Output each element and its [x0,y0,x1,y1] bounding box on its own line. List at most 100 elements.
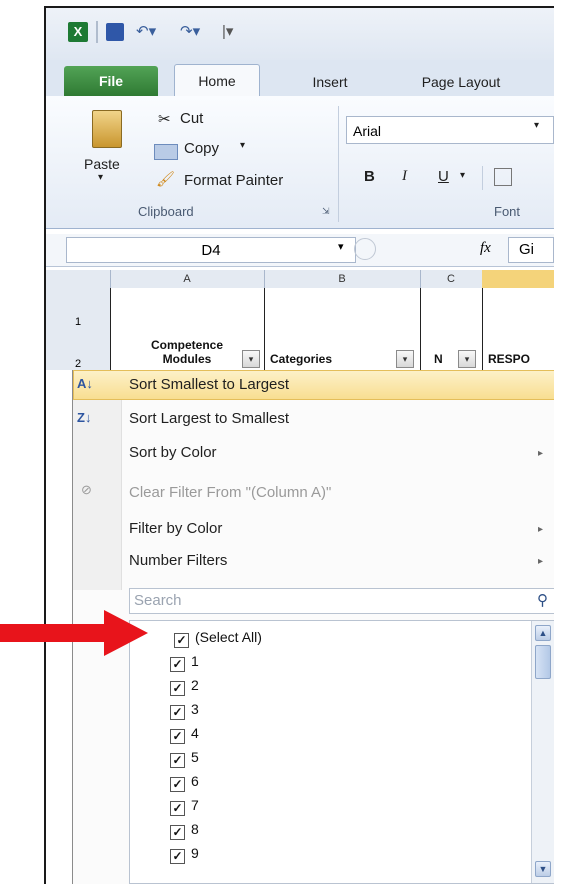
arrow-shape [0,610,148,656]
row-header-2[interactable]: 2 [46,358,110,370]
list-item[interactable]: ✓ 5 [170,745,199,769]
submenu-arrow-icon: ▸ [537,556,543,567]
red-arrow-annotation [0,610,148,656]
list-item[interactable]: ✓ 2 [170,673,199,697]
copy-button[interactable]: Copy [184,140,219,157]
row-headers: 1 2 [46,288,111,370]
checkbox[interactable]: ✓ [170,657,185,672]
scroll-up-button[interactable]: ▲ [535,625,551,641]
borders-icon[interactable] [494,168,512,186]
list-item-select-all[interactable]: ✓ (Select All) [174,625,262,649]
checkbox[interactable]: ✓ [174,633,189,648]
italic-button[interactable]: I [402,168,407,185]
redo-icon[interactable]: ↷▾ [180,22,200,42]
header-competence-modules[interactable]: Competence Modules [128,338,246,366]
search-icon[interactable]: ⚲ [537,591,548,609]
search-box[interactable]: Search ⚲ [129,588,554,614]
name-box-value: D4 [201,242,221,259]
checkbox[interactable]: ✓ [170,681,185,696]
list-item[interactable]: ✓ 4 [170,721,199,745]
excel-window: X ↶▾ ↷▾ |▾ File Home Insert Page Layout … [44,6,554,884]
sort-descending-icon: Z↓ [77,410,92,425]
menu-item-clear-filter: Clear Filter From "(Column A)" [129,484,332,501]
scroll-thumb[interactable] [535,645,551,679]
checkbox[interactable]: ✓ [170,729,185,744]
column-header-c[interactable]: C [420,270,483,288]
divider [482,166,483,190]
column-header-b[interactable]: B [264,270,421,288]
clipboard-launcher-icon[interactable]: ⇲ [322,206,330,217]
tab-file[interactable]: File [64,66,158,96]
cut-icon: ✂ [158,111,171,128]
group-divider [338,106,339,222]
menu-item-sort-smallest-to-largest[interactable]: Sort Smallest to Largest [129,376,289,393]
underline-dropdown-icon[interactable]: ▾ [460,170,465,181]
row-header-1[interactable]: 1 [46,316,110,328]
toolbar-separator [96,21,98,43]
cut-button[interactable]: Cut [180,110,203,127]
list-item[interactable]: ✓ 7 [170,793,199,817]
column-header-d[interactable] [482,270,554,288]
header-categories[interactable]: Categories [270,352,332,366]
menu-item-filter-by-color[interactable]: Filter by Color [129,520,222,537]
cell-border [482,288,483,370]
list-item[interactable]: ✓ 1 [170,649,199,673]
paste-icon[interactable] [92,110,122,148]
quick-access-toolbar: X ↶▾ ↷▾ |▾ [46,8,554,60]
menu-item-sort-largest-to-smallest[interactable]: Sort Largest to Smallest [129,410,289,427]
column-headers: A B C [46,270,554,289]
tab-home[interactable]: Home [174,64,260,97]
menu-item-sort-by-color[interactable]: Sort by Color [129,444,217,461]
paste-dropdown-icon[interactable]: ▾ [98,172,103,183]
filter-dropdown-b-button[interactable]: ▾ [396,350,414,368]
tab-page-layout[interactable]: Page Layout [396,68,526,96]
cell-border [420,288,421,370]
name-box[interactable]: D4 [66,237,356,263]
clear-filter-icon: ⊘ [81,482,92,497]
sheet-grid: 1 2 Competence Modules ▾ Categories ▾ N … [46,288,554,370]
list-item[interactable]: ✓ 3 [170,697,199,721]
checkbox[interactable]: ✓ [170,801,185,816]
bold-button[interactable]: B [364,168,375,185]
checkbox[interactable]: ✓ [170,849,185,864]
submenu-arrow-icon: ▸ [537,448,543,459]
formula-input[interactable]: Gi [508,237,554,263]
filter-value-list: ✓ (Select All) ✓ 1 ✓ 2 ✓ 3 ✓ 4 ✓ 5 ✓ 6 ✓ 7 ✓ 8 ✓ 9… [129,620,554,884]
filter-dropdown-c-button[interactable]: ▾ [458,350,476,368]
ribbon: Paste ▾ ✂ Cut Copy ▾ 🖌 Format Painter Cl… [46,96,554,229]
checkbox[interactable]: ✓ [170,825,185,840]
font-name-box[interactable]: Arial [346,116,554,144]
font-group-label: Font [494,204,521,219]
font-dropdown-icon[interactable]: ▾ [534,120,539,131]
checkbox[interactable]: ✓ [170,777,185,792]
save-icon[interactable] [106,23,124,41]
copy-icon [154,144,178,160]
search-placeholder: Search [134,592,182,609]
list-item[interactable]: ✓ 8 [170,817,199,841]
tab-insert[interactable]: Insert [298,68,362,96]
cell-border [110,288,111,370]
format-painter-icon: 🖌 [156,171,176,188]
checkbox[interactable]: ✓ [170,705,185,720]
insert-function-icon[interactable]: fx [480,240,491,257]
paste-button[interactable]: Paste [84,156,120,172]
format-painter-button[interactable]: Format Painter [184,172,283,189]
copy-dropdown-icon[interactable]: ▾ [240,140,245,151]
column-header-a[interactable]: A [110,270,265,288]
underline-button[interactable]: U [438,168,449,185]
list-scrollbar[interactable]: ▲ ▼ [531,621,554,883]
checkbox[interactable]: ✓ [170,753,185,768]
menu-item-number-filters[interactable]: Number Filters [129,552,227,569]
list-item[interactable]: ✓ 9 [170,841,199,865]
name-box-dropdown-icon[interactable]: ▾ [338,240,344,253]
header-c[interactable]: N [434,352,443,366]
list-item[interactable]: ✓ 6 [170,769,199,793]
menu-icon-gutter [73,370,122,590]
filter-dropdown-a-button[interactable]: ▾ [242,350,260,368]
formula-bar: D4 ▾ fx Gi [46,234,554,267]
select-all-corner[interactable] [46,270,111,288]
undo-icon[interactable]: ↶▾ [136,22,156,42]
customize-qat-icon[interactable]: |▾ [222,22,233,42]
header-respo[interactable]: RESPO [488,352,530,366]
scroll-down-button[interactable]: ▼ [535,861,551,877]
